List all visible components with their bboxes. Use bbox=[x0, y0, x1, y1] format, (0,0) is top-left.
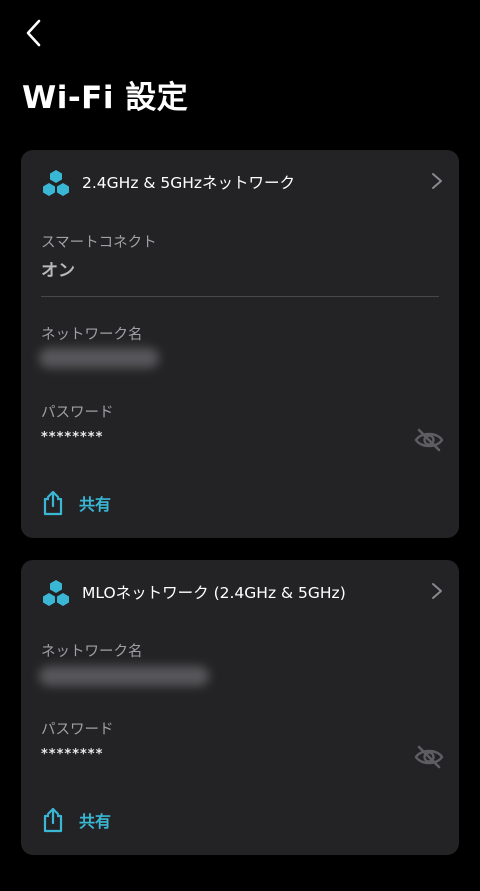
divider bbox=[41, 296, 439, 297]
share-icon bbox=[43, 807, 63, 833]
network-nodes-icon bbox=[43, 170, 69, 196]
ssid-label: ネットワーク名 bbox=[41, 644, 143, 660]
password-value: ******** bbox=[41, 430, 104, 445]
eye-off-icon[interactable] bbox=[413, 744, 445, 770]
chevron-right-icon bbox=[432, 173, 442, 189]
share-label: 共有 bbox=[79, 495, 112, 514]
smart-connect-value: オン bbox=[41, 261, 75, 281]
network-card-dual-band: 2.4GHz & 5GHzネットワーク スマートコネクト オン ネットワーク名 … bbox=[21, 150, 459, 538]
password-label: パスワード bbox=[41, 722, 114, 738]
network-card-mlo: MLOネットワーク (2.4GHz & 5GHz) ネットワーク名 パスワード … bbox=[21, 560, 459, 855]
share-button[interactable]: 共有 bbox=[41, 805, 111, 835]
back-button[interactable] bbox=[18, 16, 50, 50]
network-title: MLOネットワーク (2.4GHz & 5GHz) bbox=[82, 584, 346, 602]
eye-off-icon[interactable] bbox=[413, 427, 445, 453]
chevron-left-icon bbox=[26, 19, 41, 47]
network-card-header[interactable]: MLOネットワーク (2.4GHz & 5GHz) bbox=[21, 560, 459, 624]
ssid-label: ネットワーク名 bbox=[41, 327, 143, 343]
password-value: ******** bbox=[41, 747, 104, 762]
share-icon bbox=[43, 490, 63, 516]
share-label: 共有 bbox=[79, 812, 112, 831]
ssid-value-blurred bbox=[39, 666, 209, 686]
share-button[interactable]: 共有 bbox=[41, 488, 111, 518]
smart-connect-label: スマートコネクト bbox=[41, 235, 157, 251]
page-title: Wi-Fi 設定 bbox=[22, 80, 189, 116]
ssid-value-blurred bbox=[39, 348, 159, 368]
network-title: 2.4GHz & 5GHzネットワーク bbox=[82, 174, 296, 192]
network-card-header[interactable]: 2.4GHz & 5GHzネットワーク bbox=[21, 150, 459, 214]
chevron-right-icon bbox=[432, 583, 442, 599]
password-label: パスワード bbox=[41, 405, 114, 421]
network-nodes-icon bbox=[43, 580, 69, 606]
